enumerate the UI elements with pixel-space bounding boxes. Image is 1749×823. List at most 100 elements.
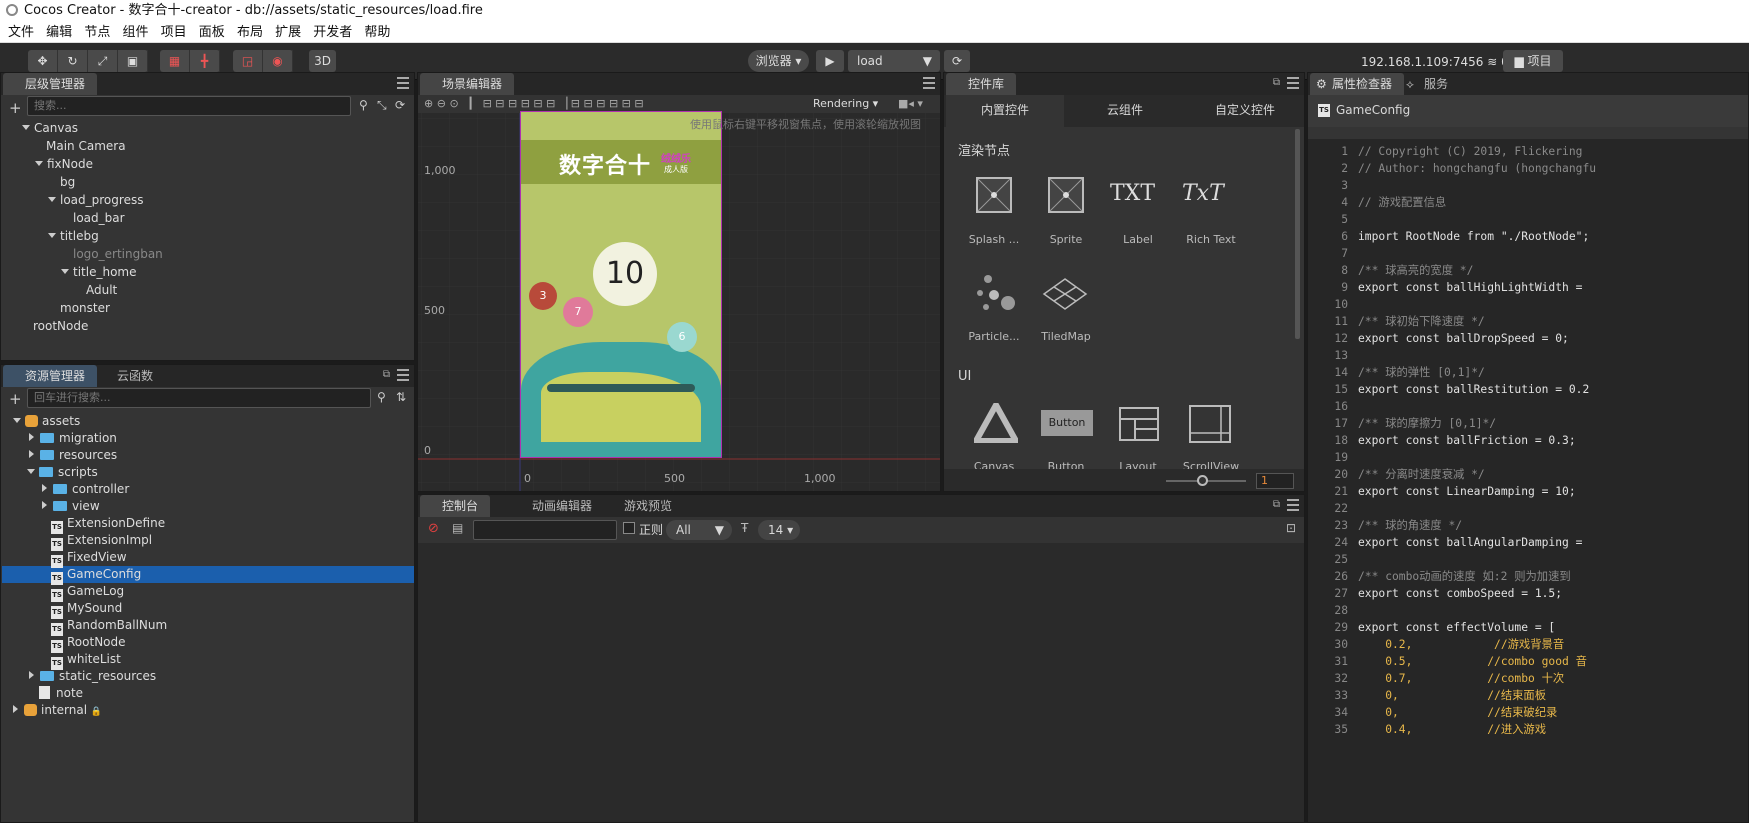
canvas-icon[interactable] [970, 398, 1022, 446]
tab-console[interactable]: 控制台 [420, 495, 491, 517]
button-icon[interactable]: Button [1041, 410, 1093, 436]
tab-services[interactable]: ⟡ 服务 [1402, 73, 1460, 95]
code-editor[interactable]: 1 // Copyright (C) 2019, Flickering 2 // Au… [1308, 139, 1748, 822]
snap-icon[interactable]: ◲ [233, 50, 263, 72]
label-icon[interactable]: TXT [1110, 181, 1155, 206]
menu-component[interactable]: 组件 [122, 25, 148, 40]
asset-item[interactable]: migration [29, 429, 117, 447]
log-file-icon[interactable]: ▤ [452, 521, 463, 535]
collapse-icon[interactable] [42, 501, 47, 509]
tab-scene-editor[interactable]: 场景编辑器 [420, 73, 515, 95]
pivot-icon[interactable]: ▦ [160, 50, 190, 72]
asset-item[interactable]: view [42, 497, 100, 515]
tiledmap-icon[interactable] [1042, 277, 1088, 314]
font-size-select[interactable]: 14 ▾ [758, 520, 800, 540]
asset-item[interactable]: TS RootNode [51, 633, 126, 653]
render-mode-select[interactable]: Rendering ▾ [813, 95, 878, 113]
asset-item[interactable]: assets [13, 412, 80, 430]
tree-node[interactable]: fixNode [35, 155, 93, 173]
rect-tool-icon[interactable]: ▣ [118, 50, 148, 72]
tree-node[interactable]: title_home [61, 263, 136, 281]
regex-checkbox[interactable] [623, 522, 635, 534]
panel-menu-icon[interactable] [397, 369, 409, 381]
expand-icon[interactable] [61, 269, 69, 274]
panel-menu-icon[interactable] [1287, 77, 1299, 89]
asset-item[interactable]: controller [42, 480, 129, 498]
asset-item[interactable]: static_resources [29, 667, 156, 685]
menu-project[interactable]: 项目 [161, 25, 187, 40]
expand-icon[interactable] [22, 125, 30, 130]
asset-item[interactable]: resources [29, 446, 117, 464]
menu-help[interactable]: 帮助 [364, 25, 390, 40]
locate-icon[interactable]: ⤡ [377, 98, 387, 113]
panel-menu-icon[interactable] [1287, 499, 1299, 511]
asset-item[interactable]: TS GameLog [51, 582, 124, 602]
tab-hierarchy[interactable]: 层级管理器 [3, 73, 98, 95]
collapse-icon[interactable] [29, 433, 34, 441]
refresh-icon[interactable]: ⟳ [395, 98, 405, 112]
collapse-icon[interactable] [29, 671, 34, 679]
expand-icon[interactable] [48, 233, 56, 238]
tab-custom[interactable]: 自定义控件 [1186, 95, 1304, 127]
zoom-out-icon[interactable]: ⊖ [437, 97, 446, 110]
tab-widgets[interactable]: 控件库 [946, 73, 1017, 95]
tree-node[interactable]: Canvas [22, 119, 78, 137]
open-project-button[interactable]: ▆ 项目 [1503, 50, 1563, 72]
asset-item[interactable]: internal 🔒 [13, 701, 102, 719]
particle-icon[interactable] [974, 273, 1018, 316]
play-button[interactable]: ▶ [816, 50, 844, 72]
tab-cloud-functions[interactable]: 云函数 [95, 365, 165, 387]
asset-item[interactable]: TS whiteList [51, 650, 121, 670]
asset-item[interactable]: note [39, 684, 83, 702]
platform-select[interactable]: 浏览器 ▾ [748, 50, 809, 72]
popout-icon[interactable]: ⧉ [383, 369, 390, 380]
splash-icon[interactable] [976, 177, 1012, 213]
log-level-select[interactable]: All ▼ [666, 520, 732, 540]
popout-icon[interactable]: ⧉ [1273, 499, 1280, 510]
scale-tool-icon[interactable]: ⤢ [88, 50, 118, 72]
scene-select[interactable]: load ▼ [848, 50, 940, 72]
sprite-icon[interactable] [1048, 177, 1084, 213]
zoom-input[interactable]: 1 [1256, 473, 1294, 489]
menu-developer[interactable]: 开发者 [313, 25, 352, 40]
tree-node[interactable]: titlebg [48, 227, 99, 245]
zoom-slider-handle[interactable] [1197, 475, 1208, 486]
collapse-console-icon[interactable]: ⊡ [1286, 521, 1296, 535]
asset-item[interactable]: TS ExtensionDefine [51, 514, 165, 534]
tree-node[interactable]: Adult [86, 281, 117, 299]
record-icon[interactable]: ◉ [263, 50, 293, 72]
layout-icon[interactable] [1119, 407, 1159, 444]
panel-menu-icon[interactable] [923, 77, 935, 89]
expand-icon[interactable] [27, 469, 35, 474]
tree-node[interactable]: load_progress [48, 191, 143, 209]
hierarchy-search-input[interactable]: 搜索... [27, 96, 351, 116]
expand-icon[interactable] [13, 418, 21, 423]
menu-panel[interactable]: 面板 [199, 25, 225, 40]
panel-menu-icon[interactable] [397, 77, 409, 89]
menu-file[interactable]: 文件 [8, 25, 34, 40]
align-icons[interactable]: ▕▏ ⊟ ⊟ ⊟ ⊟ ⊟ ⊟ ▕ ⊟ ⊟ ⊟ ⊟ ⊟ ⊟ [462, 97, 643, 110]
add-asset-icon[interactable]: + [9, 390, 22, 408]
menu-extension[interactable]: 扩展 [275, 25, 301, 40]
tab-builtin[interactable]: 内置控件 [946, 95, 1064, 127]
expand-icon[interactable] [48, 197, 56, 202]
widgets-scrollbar[interactable] [1295, 129, 1300, 339]
mode-3d-button[interactable]: 3D [309, 50, 336, 72]
tab-game-preview[interactable]: 游戏预览 [602, 495, 684, 517]
rotate-tool-icon[interactable]: ↻ [58, 50, 88, 72]
tab-assets[interactable]: 资源管理器 [3, 365, 98, 387]
scrollview-icon[interactable] [1189, 405, 1231, 446]
search-icon[interactable]: ⚲ [377, 390, 386, 404]
asset-item[interactable]: TS FixedView [51, 548, 127, 568]
add-node-icon[interactable]: + [9, 99, 22, 117]
sort-icon[interactable]: ⇅ [396, 390, 406, 404]
tab-cloud[interactable]: 云组件 [1066, 95, 1184, 127]
expand-icon[interactable] [35, 161, 43, 166]
tree-node[interactable]: bg [60, 173, 75, 191]
tree-node[interactable]: monster [60, 299, 110, 317]
asset-item[interactable]: TS MySound [51, 599, 122, 619]
game-canvas[interactable]: 数字合十 绒绒乐 成人版 10 3 7 6 [520, 111, 722, 458]
clear-icon[interactable]: ⊘ [428, 521, 439, 536]
collapse-icon[interactable] [42, 484, 47, 492]
search-icon[interactable]: ⚲ [359, 98, 368, 112]
